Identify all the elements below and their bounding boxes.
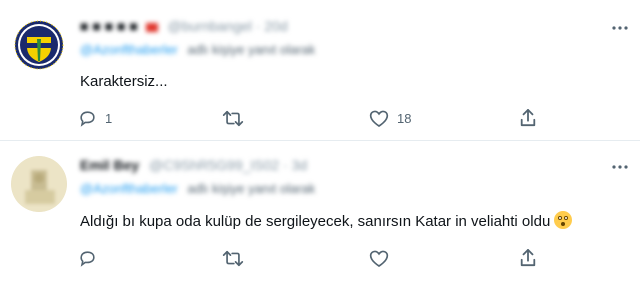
tweet-text: Aldığı bı kupa oda kulüp de sergileyecek… [80, 213, 551, 230]
reply-context: @Azonfthaberler adlı kişiye yanıt olarak [80, 181, 315, 199]
like-button[interactable] [369, 248, 397, 268]
share-icon [520, 249, 536, 267]
tweet-text: Karaktersiz... [80, 73, 168, 90]
reply-button[interactable] [78, 248, 105, 268]
tweet-header: ■ ■ ■ ■ ■ @burnbangel · 20d [80, 18, 288, 36]
reply-count: 1 [105, 110, 113, 126]
share-button[interactable] [519, 108, 537, 128]
like-icon [369, 110, 389, 127]
tweet-2[interactable]: Emil Bey @C9ShR5G99_IS02 · 3d @Azonfthab… [0, 141, 640, 282]
retweet-button[interactable] [222, 248, 252, 268]
like-icon [369, 250, 389, 267]
like-button[interactable]: 18 [369, 108, 411, 128]
share-icon [520, 108, 536, 127]
handle-and-time[interactable]: @burnbangel · 20d [168, 18, 288, 34]
avatar-photo[interactable] [11, 156, 67, 212]
reply-mention[interactable]: @Azonfthaberler [80, 42, 178, 57]
more-icon[interactable] [610, 18, 630, 38]
tweet-1[interactable]: ■ ■ ■ ■ ■ @burnbangel · 20d @Azonfthaber… [0, 0, 640, 140]
avatar-club-logo[interactable] [11, 17, 67, 73]
like-count: 18 [397, 110, 412, 126]
handle-and-time[interactable]: @C9ShR5G99_IS02 · 3d [149, 157, 307, 173]
tweet-text-container: Aldığı bı kupa oda kulüp de sergileyecek… [80, 211, 573, 232]
reply-icon [80, 110, 95, 127]
reply-suffix: adlı kişiye yanıt olarak [187, 42, 316, 57]
flushed-face-emoji [554, 211, 573, 229]
reply-button[interactable]: 1 [78, 108, 112, 128]
retweet-icon [222, 250, 244, 266]
reply-suffix: adlı kişiye yanıt olarak [187, 181, 316, 196]
reply-mention[interactable]: @Azonfthaberler [80, 181, 178, 196]
share-button[interactable] [519, 248, 537, 268]
reply-icon [80, 250, 95, 267]
display-name[interactable]: Emil Bey [80, 157, 139, 173]
retweet-button[interactable] [222, 108, 252, 128]
flag-icon [145, 22, 158, 32]
more-icon[interactable] [610, 157, 630, 177]
display-name[interactable]: ■ ■ ■ ■ ■ [80, 18, 138, 34]
tweet-header: Emil Bey @C9ShR5G99_IS02 · 3d [80, 157, 307, 175]
reply-context: @Azonfthaberler adlı kişiye yanıt olarak [80, 42, 315, 60]
retweet-icon [222, 110, 244, 126]
